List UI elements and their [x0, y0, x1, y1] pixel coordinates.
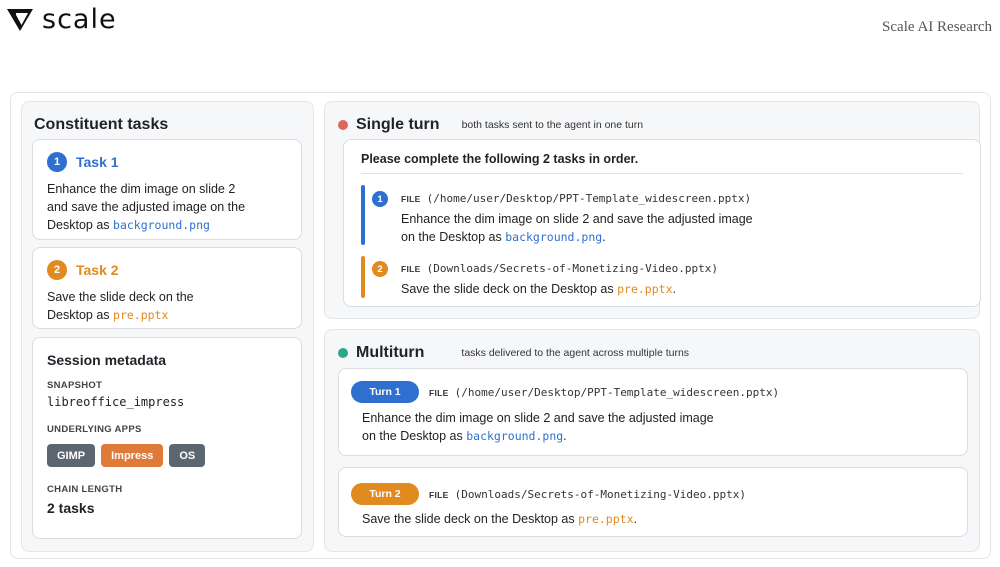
file-tag: FILE	[401, 264, 421, 274]
prompt-item-2-text: Save the slide deck on the Desktop as pr…	[401, 280, 676, 298]
prompt-divider	[361, 173, 963, 174]
chain-length-label: CHAIN LENGTH	[47, 484, 123, 495]
header-tagline: Scale AI Research	[882, 19, 992, 35]
task-1-desc-line: Desktop as background.png	[47, 216, 292, 234]
turn-1-file-path: (/home/user/Desktop/PPT-Template_widescr…	[454, 386, 780, 399]
single-turn-title: Single turn	[356, 116, 440, 133]
prompt-item-2-number-badge: 2	[372, 261, 388, 277]
turn-2-text-prefix: Save the slide deck on the Desktop as	[362, 512, 579, 526]
task-1-desc-line: and save the adjusted image on the	[47, 200, 246, 214]
task-1-output-file: background.png	[113, 218, 210, 232]
task-2-desc-line: Save the slide deck on the	[47, 290, 194, 304]
single-turn-panel: Single turn both tasks sent to the agent…	[324, 101, 981, 319]
prompt-item-1-file: FILE (/home/user/Desktop/PPT-Template_wid…	[401, 192, 751, 205]
single-turn-subtitle: both tasks sent to the agent in one turn	[461, 119, 644, 131]
file-tag: FILE	[429, 388, 449, 398]
prompt-item-2-text-prefix: Save the slide deck on the Desktop as	[401, 282, 618, 296]
prompt-item-1-number-badge: 1	[372, 191, 388, 207]
turn-1-pill: Turn 1	[351, 381, 419, 403]
task-1-title: Task 1	[76, 154, 119, 170]
task-2-title: Task 2	[76, 262, 119, 278]
logo-wordmark: scale	[42, 4, 117, 35]
prompt-item-1-text-prefix: on the Desktop as	[401, 230, 506, 244]
turn-1-suffix: .	[563, 429, 567, 443]
underlying-apps-list: GIMP Impress OS	[47, 444, 206, 467]
task-2-desc-prefix: Desktop as	[47, 308, 114, 322]
file-tag: FILE	[429, 490, 449, 500]
turn-1-file: FILE (/home/user/Desktop/PPT-Template_wid…	[429, 386, 779, 399]
underlying-apps-label: UNDERLYING APPS	[47, 424, 142, 435]
app-tag-gimp: GIMP	[47, 444, 96, 467]
task-2-desc-line: Desktop as pre.pptx	[47, 306, 292, 324]
file-tag: FILE	[401, 194, 421, 204]
prompt-item-2-output-file: pre.pptx	[617, 282, 673, 296]
turn-2-file-path: (Downloads/Secrets-of-Monetizing-Video.p…	[454, 488, 747, 501]
app-tag-impress: Impress	[101, 444, 164, 467]
scale-logo-mark-icon	[7, 8, 33, 31]
snapshot-label: SNAPSHOT	[47, 380, 103, 391]
scale-logo: scale	[7, 6, 117, 33]
multiturn-panel: Multiturn tasks delivered to the agent a…	[324, 329, 980, 552]
turn-1-text-line: Enhance the dim image on slide 2 and sav…	[362, 411, 714, 425]
task-2-number-badge: 2	[47, 260, 67, 280]
session-metadata-card: Session metadata SNAPSHOT libreoffice_im…	[32, 337, 302, 539]
snapshot-value: libreoffice_impress	[47, 395, 185, 409]
turn-2-suffix: .	[633, 512, 637, 526]
prompt-item-1: 1 FILE (/home/user/Desktop/PPT-Template_w…	[361, 185, 961, 247]
single-turn-prompt-card: Please complete the following 2 tasks in…	[343, 139, 981, 307]
prompt-item-2: 2 FILE (Downloads/Secrets-of-Monetizing-V…	[361, 256, 961, 300]
prompt-item-1-text-line: Enhance the dim image on slide 2 and sav…	[401, 212, 753, 226]
turn-1-output-file: background.png	[466, 429, 564, 443]
turn-2-output-file: pre.pptx	[578, 512, 634, 526]
turn-1-text-line: on the Desktop as background.png.	[362, 427, 714, 445]
prompt-title: Please complete the following 2 tasks in…	[361, 152, 639, 166]
task-1-desc-line: Enhance the dim image on slide 2	[47, 182, 236, 196]
task-1-desc-prefix: Desktop as	[47, 218, 114, 232]
turn-1-text: Enhance the dim image on slide 2 and sav…	[362, 409, 714, 445]
prompt-item-1-file-path: (/home/user/Desktop/PPT-Template_widescr…	[426, 192, 752, 205]
task-1-number-badge: 1	[47, 152, 67, 172]
prompt-item-1-suffix: .	[602, 230, 606, 244]
constituent-tasks-panel: Constituent tasks 1 Task 1 Enhance the d…	[21, 101, 314, 552]
task-1-description: Enhance the dim image on slide 2 and sav…	[47, 180, 292, 234]
task-1-card: 1 Task 1 Enhance the dim image on slide …	[32, 139, 302, 240]
turn-2-pill: Turn 2	[351, 483, 419, 505]
prompt-item-1-output-file: background.png	[505, 230, 603, 244]
prompt-item-1-text: Enhance the dim image on slide 2 and sav…	[401, 210, 753, 246]
app-tag-os: OS	[169, 444, 206, 467]
turn-2-card: Turn 2 FILE (Downloads/Secrets-of-Monetiz…	[338, 467, 968, 537]
single-turn-dot-icon	[338, 120, 348, 130]
prompt-item-1-accent-bar	[361, 185, 365, 245]
multiturn-title: Multiturn	[356, 344, 425, 361]
turn-2-file: FILE (Downloads/Secrets-of-Monetizing-Vid…	[429, 488, 746, 501]
turn-2-text: Save the slide deck on the Desktop as pr…	[362, 510, 637, 528]
turn-1-text-prefix: on the Desktop as	[362, 429, 467, 443]
multiturn-dot-icon	[338, 348, 348, 358]
session-metadata-title: Session metadata	[47, 352, 167, 368]
task-2-card: 2 Task 2 Save the slide deck on the Desk…	[32, 247, 302, 329]
task-2-description: Save the slide deck on the Desktop as pr…	[47, 288, 292, 324]
turn-1-card: Turn 1 FILE (/home/user/Desktop/PPT-Templ…	[338, 368, 968, 456]
prompt-item-1-text-line: on the Desktop as background.png.	[401, 228, 753, 246]
prompt-item-2-file-path: (Downloads/Secrets-of-Monetizing-Video.p…	[426, 262, 719, 275]
constituent-tasks-title: Constituent tasks	[34, 116, 169, 133]
prompt-item-2-accent-bar	[361, 256, 365, 298]
prompt-item-2-suffix: .	[672, 282, 676, 296]
multiturn-subtitle: tasks delivered to the agent across mult…	[461, 347, 690, 359]
chain-length-value: 2 tasks	[47, 500, 95, 516]
prompt-item-2-file: FILE (Downloads/Secrets-of-Monetizing-Vid…	[401, 262, 718, 275]
task-2-output-file: pre.pptx	[113, 308, 169, 322]
